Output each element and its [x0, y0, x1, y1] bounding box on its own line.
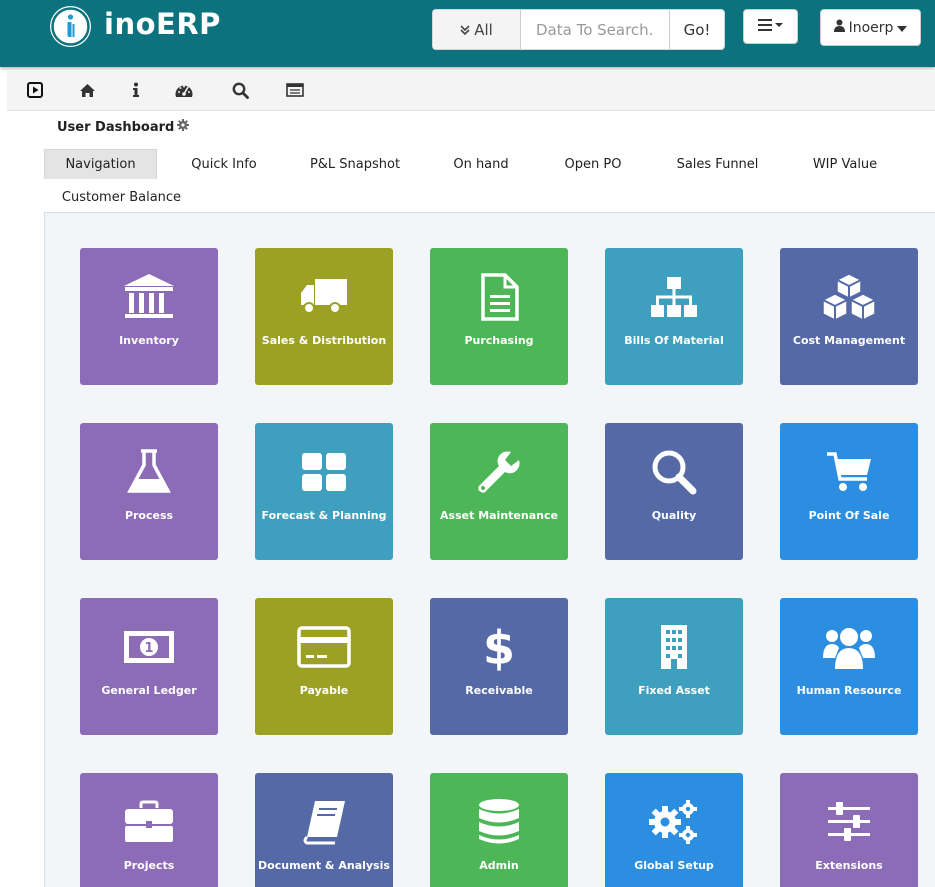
- svg-text:1: 1: [144, 641, 153, 656]
- double-chevron-down-icon: [460, 21, 470, 39]
- module-label: Human Resource: [796, 684, 902, 697]
- module-label: Global Setup: [634, 859, 714, 872]
- module-tile-general-ledger[interactable]: 1 General Ledger: [80, 598, 218, 735]
- search-input[interactable]: [522, 10, 669, 49]
- module-tile-fixed-asset[interactable]: Fixed Asset: [605, 598, 743, 735]
- tab-quick-info[interactable]: Quick Info: [176, 149, 272, 179]
- money-icon: 1: [80, 620, 218, 674]
- database-icon: [430, 795, 568, 849]
- cart-icon: [780, 445, 918, 499]
- module-label: Purchasing: [464, 334, 534, 347]
- module-label: Document & Analysis: [258, 859, 390, 872]
- user-menu-button[interactable]: Inoerp: [820, 9, 921, 46]
- module-tile-point-of-sale[interactable]: Point Of Sale: [780, 423, 918, 560]
- grid-icon: [255, 445, 393, 499]
- cubes-icon: [780, 270, 918, 324]
- module-tile-projects[interactable]: Projects: [80, 773, 218, 887]
- module-tile-human-resource[interactable]: Human Resource: [780, 598, 918, 735]
- module-label: Sales & Distribution: [261, 334, 387, 347]
- gears-icon: [605, 795, 743, 849]
- dashboard-title-text: User Dashboard: [57, 119, 175, 135]
- bars-icon: [757, 17, 784, 36]
- bank-icon: [80, 270, 218, 324]
- dashboard-icon[interactable]: [173, 79, 195, 101]
- tab-customer-balance[interactable]: Customer Balance: [54, 182, 189, 212]
- tab-navigation[interactable]: Navigation: [44, 149, 157, 179]
- svg-text:$: $: [483, 622, 515, 672]
- wrench-icon: [430, 445, 568, 499]
- module-tile-global-setup[interactable]: Global Setup: [605, 773, 743, 887]
- module-label: Process: [124, 509, 174, 522]
- module-label: Point Of Sale: [808, 509, 890, 522]
- module-tile-bills-of-material[interactable]: Bills Of Material: [605, 248, 743, 385]
- tab-on-hand[interactable]: On hand: [442, 149, 520, 179]
- module-tile-document-analysis[interactable]: Document & Analysis: [255, 773, 393, 887]
- module-label: Forecast & Planning: [261, 509, 387, 522]
- module-label: Quality: [651, 509, 697, 522]
- search-scope-dropdown[interactable]: All: [433, 10, 521, 49]
- module-tile-asset-maintenance[interactable]: Asset Maintenance: [430, 423, 568, 560]
- module-label: Bills Of Material: [624, 334, 724, 347]
- module-tile-forecast-planning[interactable]: Forecast & Planning: [255, 423, 393, 560]
- sitemap-icon: [605, 270, 743, 324]
- truck-icon: [255, 270, 393, 324]
- user-name: Inoerp: [848, 19, 894, 36]
- module-label: Asset Maintenance: [440, 509, 558, 522]
- menu-button[interactable]: [743, 9, 798, 44]
- module-tile-quality[interactable]: Quality: [605, 423, 743, 560]
- navigation-panel: Inventory Sales & Distribution Purchasin…: [44, 212, 935, 887]
- module-label: Payable: [299, 684, 349, 697]
- sliders-icon: [780, 795, 918, 849]
- credit-card-icon: [255, 620, 393, 674]
- magnifier-icon: [605, 445, 743, 499]
- building-icon: [605, 620, 743, 674]
- tab-pl-snapshot[interactable]: P&L Snapshot: [300, 149, 410, 179]
- module-label: General Ledger: [101, 684, 197, 697]
- home-icon[interactable]: [76, 79, 98, 101]
- tab-wip-value[interactable]: WIP Value: [800, 149, 890, 179]
- module-tile-sales-distribution[interactable]: Sales & Distribution: [255, 248, 393, 385]
- module-label: Admin: [479, 859, 519, 872]
- window-icon[interactable]: [284, 79, 306, 101]
- play-icon[interactable]: [24, 79, 46, 101]
- module-tile-admin[interactable]: Admin: [430, 773, 568, 887]
- search-icon[interactable]: [229, 79, 251, 101]
- module-label: Inventory: [119, 334, 179, 347]
- tab-sales-funnel[interactable]: Sales Funnel: [665, 149, 770, 179]
- module-label: Cost Management: [792, 334, 906, 347]
- users-icon: [780, 620, 918, 674]
- module-tile-purchasing[interactable]: Purchasing: [430, 248, 568, 385]
- caret-down-icon: [897, 20, 908, 36]
- module-tile-inventory[interactable]: Inventory: [80, 248, 218, 385]
- module-label: Receivable: [465, 684, 533, 697]
- flask-icon: [80, 445, 218, 499]
- search-scope-label: All: [474, 20, 493, 39]
- module-label: Extensions: [815, 859, 883, 872]
- book-icon: [255, 795, 393, 849]
- module-label: Projects: [123, 859, 175, 872]
- module-tile-extensions[interactable]: Extensions: [780, 773, 918, 887]
- module-tile-receivable[interactable]: $ Receivable: [430, 598, 568, 735]
- module-tile-process[interactable]: Process: [80, 423, 218, 560]
- module-label: Fixed Asset: [638, 684, 710, 697]
- logo-icon[interactable]: [50, 6, 91, 47]
- top-header: inoERP All Go! Inoerp: [0, 0, 935, 67]
- gear-icon[interactable]: [177, 119, 190, 135]
- info-icon[interactable]: [125, 79, 147, 101]
- search-go-button[interactable]: Go!: [669, 10, 724, 49]
- document-icon: [430, 270, 568, 324]
- dashboard-title: User Dashboard: [57, 119, 190, 135]
- briefcase-icon: [80, 795, 218, 849]
- module-tile-cost-management[interactable]: Cost Management: [780, 248, 918, 385]
- search-group: All Go!: [432, 9, 725, 50]
- module-tile-payable[interactable]: Payable: [255, 598, 393, 735]
- dollar-icon: $: [430, 620, 568, 674]
- quick-toolbar: [7, 70, 935, 111]
- tab-open-po[interactable]: Open PO: [553, 149, 633, 179]
- user-icon: [833, 19, 845, 36]
- logo-text[interactable]: inoERP: [104, 7, 221, 41]
